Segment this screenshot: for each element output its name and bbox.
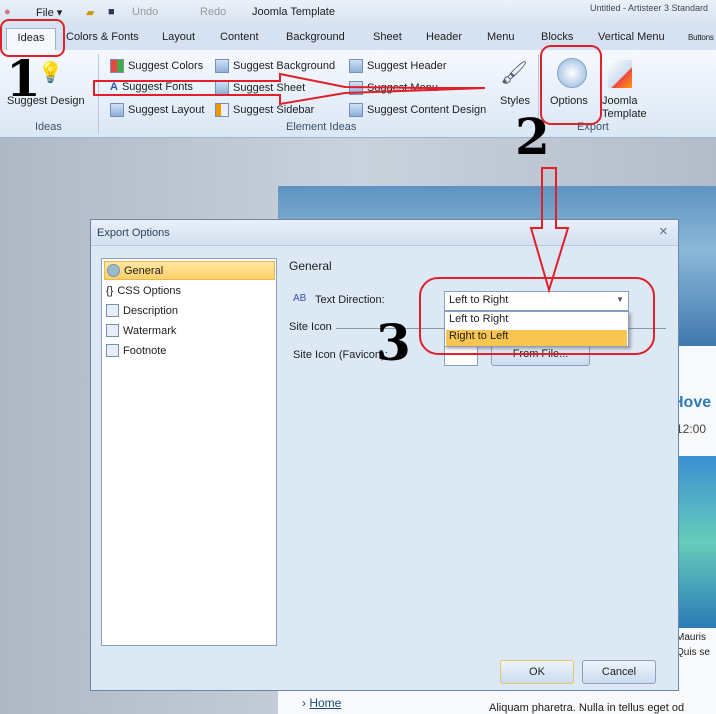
annotation-highlight <box>540 45 602 125</box>
step-number: 2 <box>515 107 550 166</box>
step-number: 1 <box>6 49 41 108</box>
arrow-left <box>93 72 486 106</box>
annotation-highlight <box>419 277 655 355</box>
annotation-overlay <box>0 19 655 355</box>
arrow-down <box>529 167 570 294</box>
step-number: 3 <box>376 313 411 372</box>
